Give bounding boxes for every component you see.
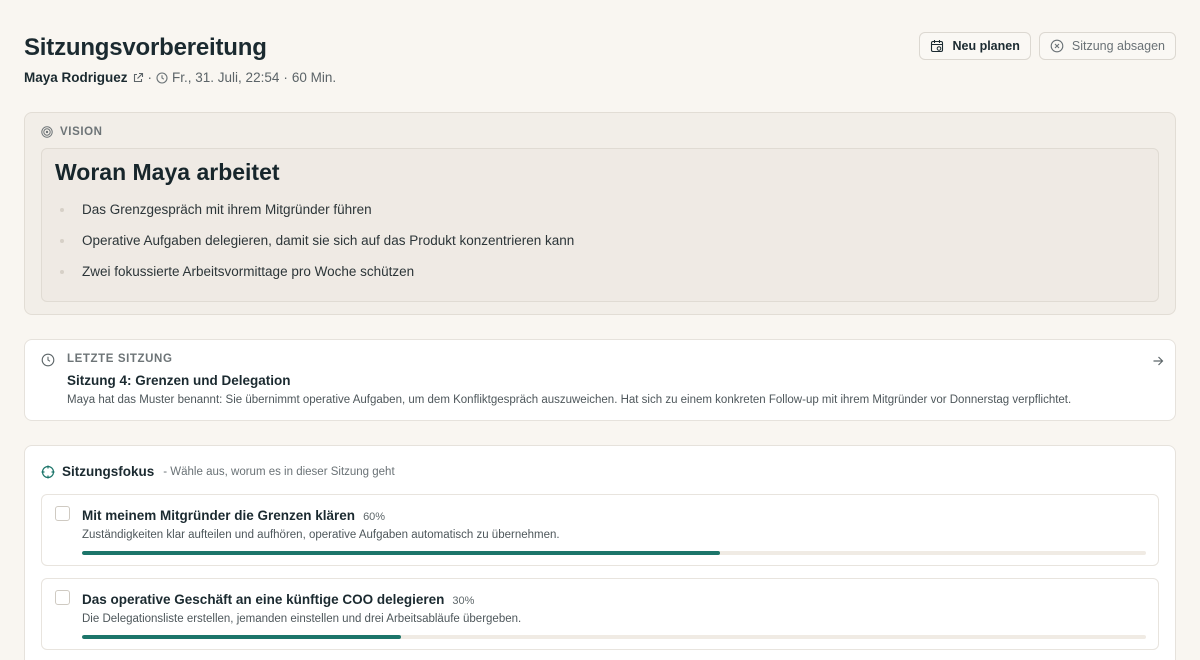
goal-title: Das operative Geschäft an eine künftige … <box>82 592 445 607</box>
goal-progress-track <box>82 635 1146 639</box>
goal-percent: 60% <box>363 511 386 523</box>
last-session-description: Maya hat das Muster benannt: Sie übernim… <box>67 394 1072 406</box>
target-icon <box>41 126 53 138</box>
session-prep-page: Sitzungsvorbereitung Maya Rodriguez · Fr… <box>24 0 1176 660</box>
header-actions: Neu planen Sitzung absagen <box>919 32 1176 60</box>
page-header: Sitzungsvorbereitung Maya Rodriguez · Fr… <box>24 0 1176 112</box>
focus-goal-item[interactable]: Das operative Geschäft an eine künftige … <box>41 578 1159 650</box>
vision-label: VISION <box>60 126 103 138</box>
last-session-label: LETZTE SITZUNG <box>67 353 173 365</box>
last-session-card[interactable]: LETZTE SITZUNG Sitzung 4: Grenzen und De… <box>24 339 1176 421</box>
clock-icon <box>156 71 168 84</box>
arrow-right-icon[interactable] <box>1151 354 1165 368</box>
vision-item: Zwei fokussierte Arbeitsvormittage pro W… <box>55 262 574 293</box>
goal-percent: 30% <box>452 595 475 607</box>
goal-description: Zuständigkeiten klar aufteilen und aufhö… <box>82 529 560 541</box>
client-name-link[interactable]: Maya Rodriguez <box>24 70 128 85</box>
last-session-title: Sitzung 4: Grenzen und Delegation <box>67 373 291 388</box>
vision-item: Das Grenzgespräch mit ihrem Mitgründer f… <box>55 200 574 231</box>
meta-separator: · <box>283 70 288 85</box>
calendar-icon <box>931 40 944 53</box>
reschedule-button[interactable]: Neu planen <box>919 32 1031 60</box>
goal-checkbox[interactable] <box>55 590 70 605</box>
goal-description: Die Delegationsliste erstellen, jemanden… <box>82 613 522 625</box>
session-focus-hint: - Wähle aus, worum es in dieser Sitzung … <box>163 465 395 478</box>
page-title: Sitzungsvorbereitung <box>24 34 267 61</box>
session-duration: 60 Min. <box>291 70 337 85</box>
external-link-icon[interactable] <box>132 72 144 84</box>
goal-title: Mit meinem Mitgründer die Grenzen klären <box>82 508 356 523</box>
meta-separator: · <box>147 70 153 85</box>
goal-checkbox[interactable] <box>55 506 70 521</box>
session-focus-card: Sitzungsfokus - Wähle aus, worum es in d… <box>24 445 1176 660</box>
goal-title-row: Das operative Geschäft an eine künftige … <box>82 592 474 607</box>
goal-progress-fill <box>82 551 721 555</box>
vision-panel: Woran Maya arbeitet Das Grenzgespräch mi… <box>41 148 1159 302</box>
cancel-session-label: Sitzung absagen <box>1071 39 1165 53</box>
session-meta: Maya Rodriguez · Fr., 31. Juli, 22:54 · … <box>24 70 336 85</box>
clock-icon <box>41 353 55 367</box>
session-focus-header: Sitzungsfokus - Wähle aus, worum es in d… <box>41 464 395 479</box>
crosshair-icon <box>41 465 55 478</box>
goal-progress-fill <box>82 635 402 639</box>
vision-card: VISION Woran Maya arbeitet Das Grenzgesp… <box>24 112 1176 315</box>
vision-list: Das Grenzgespräch mit ihrem Mitgründer f… <box>55 200 574 293</box>
cancel-session-button[interactable]: Sitzung absagen <box>1038 32 1176 60</box>
vision-section-label: VISION <box>41 126 103 138</box>
vision-item: Operative Aufgaben delegieren, damit sie… <box>55 231 574 262</box>
session-focus-title: Sitzungsfokus <box>62 464 155 479</box>
session-datetime: Fr., 31. Juli, 22:54 <box>172 70 280 85</box>
goal-title-row: Mit meinem Mitgründer die Grenzen klären… <box>82 508 385 523</box>
focus-goal-item[interactable]: Mit meinem Mitgründer die Grenzen klären… <box>41 494 1159 566</box>
vision-title: Woran Maya arbeitet <box>55 159 280 185</box>
goal-progress-track <box>82 551 1146 555</box>
reschedule-label: Neu planen <box>952 39 1020 53</box>
x-circle-icon <box>1050 39 1064 53</box>
